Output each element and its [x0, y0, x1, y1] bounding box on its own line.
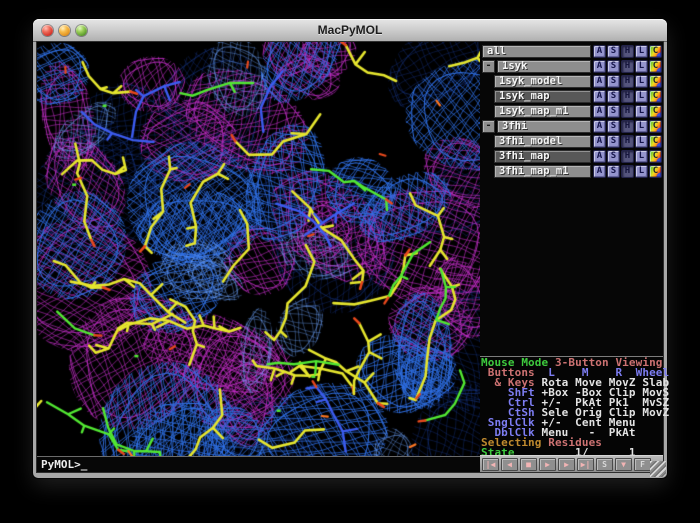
- collapse-toggle-1syk[interactable]: -: [482, 60, 495, 73]
- object-label[interactable]: 1syk_model: [494, 75, 591, 88]
- macpymol-window: MacPyMOL PyMOL>_ allASHLC-1sykASHLC1syk_…: [33, 19, 667, 478]
- action-button-H[interactable]: H: [621, 60, 634, 73]
- action-button-H[interactable]: H: [621, 75, 634, 88]
- action-button-A[interactable]: A: [593, 150, 606, 163]
- action-button-L[interactable]: L: [635, 60, 648, 73]
- action-button-C[interactable]: C: [649, 45, 662, 58]
- action-button-L[interactable]: L: [635, 75, 648, 88]
- action-button-C[interactable]: C: [649, 150, 662, 163]
- action-button-S[interactable]: S: [607, 165, 620, 178]
- command-line[interactable]: PyMOL>_: [37, 456, 480, 472]
- playback-play-button[interactable]: ▶: [539, 458, 556, 471]
- playback-scene-loop-button[interactable]: S: [596, 458, 613, 471]
- action-button-S[interactable]: S: [607, 45, 620, 58]
- command-cursor: _: [81, 458, 88, 471]
- window-title: MacPyMOL: [33, 23, 667, 37]
- action-button-H[interactable]: H: [621, 45, 634, 58]
- action-button-H[interactable]: H: [621, 105, 634, 118]
- action-button-L[interactable]: L: [635, 120, 648, 133]
- object-row-3fhi_map: 3fhi_mapASHLC: [480, 150, 663, 163]
- action-button-S[interactable]: S: [607, 120, 620, 133]
- main-content: PyMOL>_ allASHLC-1sykASHLC1syk_modelASHL…: [37, 42, 663, 472]
- action-button-L[interactable]: L: [635, 90, 648, 103]
- action-button-S[interactable]: S: [607, 90, 620, 103]
- action-button-A[interactable]: A: [593, 75, 606, 88]
- window-titlebar[interactable]: MacPyMOL: [33, 19, 667, 42]
- object-label[interactable]: 1syk_map: [494, 90, 591, 103]
- object-row-1syk_map_m1: 1syk_map_m1ASHLC: [480, 105, 663, 118]
- action-button-C[interactable]: C: [649, 120, 662, 133]
- object-row-1syk_model: 1syk_modelASHLC: [480, 75, 663, 88]
- object-label[interactable]: 1syk_map_m1: [494, 105, 591, 118]
- action-button-C[interactable]: C: [649, 105, 662, 118]
- object-label[interactable]: 3fhi_model: [494, 135, 591, 148]
- action-button-L[interactable]: L: [635, 45, 648, 58]
- object-label[interactable]: 1syk: [497, 60, 591, 73]
- object-row-1syk_map: 1syk_mapASHLC: [480, 90, 663, 103]
- action-button-A[interactable]: A: [593, 45, 606, 58]
- action-button-A[interactable]: A: [593, 165, 606, 178]
- action-button-L[interactable]: L: [635, 135, 648, 148]
- resize-grip[interactable]: [650, 461, 666, 477]
- action-button-A[interactable]: A: [593, 120, 606, 133]
- object-label[interactable]: 3fhi_map: [494, 150, 591, 163]
- action-button-H[interactable]: H: [621, 165, 634, 178]
- control-panel: allASHLC-1sykASHLC1syk_modelASHLC1syk_ma…: [480, 42, 663, 472]
- action-button-C[interactable]: C: [649, 60, 662, 73]
- action-button-A[interactable]: A: [593, 90, 606, 103]
- action-button-S[interactable]: S: [607, 60, 620, 73]
- object-row-all: allASHLC: [480, 45, 663, 58]
- collapse-toggle-3fhi[interactable]: -: [482, 120, 495, 133]
- command-prompt: PyMOL>: [41, 458, 81, 471]
- action-button-A[interactable]: A: [593, 105, 606, 118]
- action-button-C[interactable]: C: [649, 75, 662, 88]
- action-button-S[interactable]: S: [607, 150, 620, 163]
- action-button-H[interactable]: H: [621, 135, 634, 148]
- action-button-H[interactable]: H: [621, 120, 634, 133]
- object-label[interactable]: 3fhi_map_m1: [494, 165, 591, 178]
- action-button-C[interactable]: C: [649, 135, 662, 148]
- playback-step-back-button[interactable]: ◀: [501, 458, 518, 471]
- playback-go-to-start-button[interactable]: |◀: [482, 458, 499, 471]
- action-button-L[interactable]: L: [635, 105, 648, 118]
- object-row-1syk: -1sykASHLC: [480, 60, 663, 73]
- action-button-C[interactable]: C: [649, 90, 662, 103]
- action-button-L[interactable]: L: [635, 165, 648, 178]
- action-button-A[interactable]: A: [593, 135, 606, 148]
- action-button-A[interactable]: A: [593, 60, 606, 73]
- action-button-S[interactable]: S: [607, 135, 620, 148]
- object-label[interactable]: 3fhi: [497, 120, 591, 133]
- action-button-L[interactable]: L: [635, 150, 648, 163]
- playback-step-forward-button[interactable]: ▶: [558, 458, 575, 471]
- object-label[interactable]: all: [482, 45, 591, 58]
- screen-background: MacPyMOL PyMOL>_ allASHLC-1sykASHLC1syk_…: [0, 0, 700, 523]
- action-button-H[interactable]: H: [621, 90, 634, 103]
- molecule-render-canvas[interactable]: [37, 42, 480, 456]
- playback-frame-menu-button[interactable]: ▼: [615, 458, 632, 471]
- playback-bar: |◀◀■▶▶▶|S▼F: [480, 455, 663, 472]
- molecular-viewport[interactable]: [37, 42, 480, 456]
- object-row-3fhi: -3fhiASHLC: [480, 120, 663, 133]
- action-button-S[interactable]: S: [607, 105, 620, 118]
- playback-fullscreen-button[interactable]: F: [634, 458, 651, 471]
- object-row-3fhi_model: 3fhi_modelASHLC: [480, 135, 663, 148]
- playback-go-to-end-button[interactable]: ▶|: [577, 458, 594, 471]
- playback-stop-button[interactable]: ■: [520, 458, 537, 471]
- object-row-3fhi_map_m1: 3fhi_map_m1ASHLC: [480, 165, 663, 178]
- action-button-S[interactable]: S: [607, 75, 620, 88]
- action-button-C[interactable]: C: [649, 165, 662, 178]
- action-button-H[interactable]: H: [621, 150, 634, 163]
- mouse-mode-panel: Mouse Mode 3-Button Viewing Buttons L M …: [480, 356, 663, 455]
